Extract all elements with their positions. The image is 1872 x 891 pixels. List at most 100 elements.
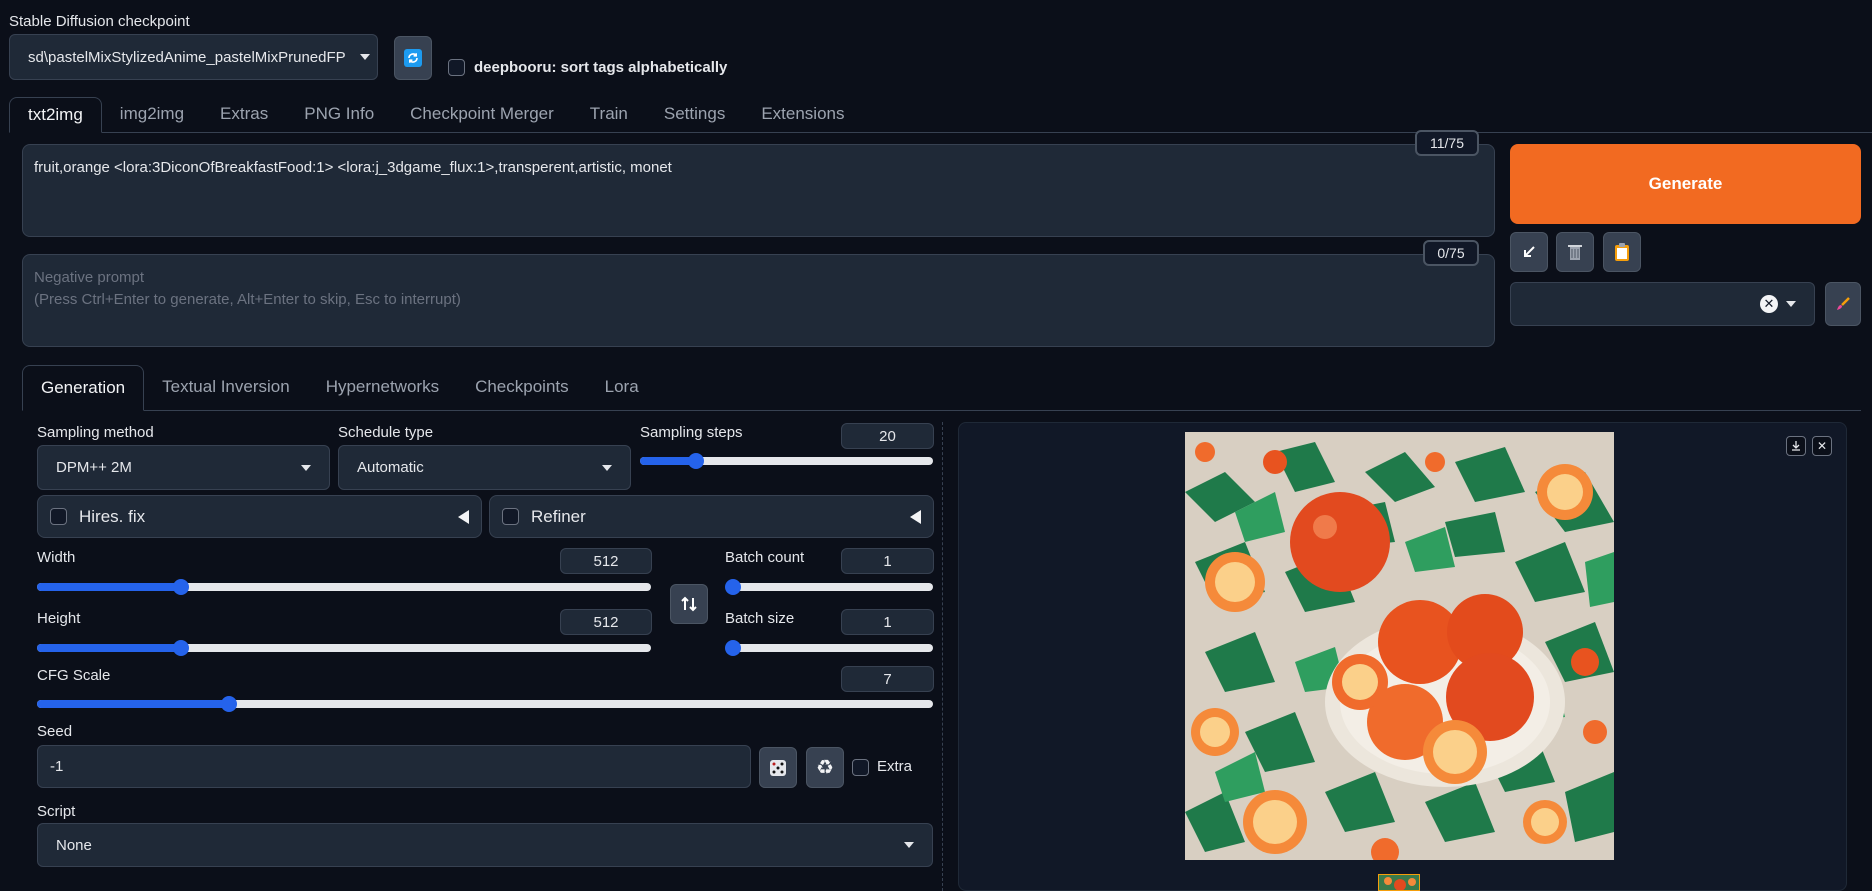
tab-png-info[interactable]: PNG Info (286, 96, 392, 132)
refiner-checkbox[interactable] (502, 508, 519, 525)
prompt-token-counter: 11/75 (1415, 130, 1479, 156)
height-label: Height (37, 610, 81, 627)
dice-icon (770, 759, 786, 776)
slider-thumb[interactable] (725, 579, 741, 595)
script-label: Script (37, 803, 76, 820)
slider-thumb[interactable] (687, 453, 704, 469)
deepbooru-checkbox[interactable] (448, 59, 465, 76)
read-params-button[interactable] (1510, 232, 1548, 272)
generation-tabs: Generation Textual Inversion Hypernetwor… (22, 364, 1861, 411)
checkpoint-dropdown[interactable]: sd\pastelMixStylizedAnime_pastelMixPrune… (9, 34, 378, 80)
collapse-arrow-icon (910, 509, 921, 524)
chevron-down-icon (301, 464, 311, 471)
slider-thumb[interactable] (220, 696, 237, 712)
swap-dimensions-button[interactable] (670, 584, 708, 624)
close-icon: ✕ (1816, 439, 1828, 453)
sampling-method-label: Sampling method (37, 424, 154, 441)
seed-label: Seed (37, 723, 73, 740)
sampling-method-dropdown[interactable]: DPM++ 2M (37, 445, 330, 490)
negative-prompt-token-counter: 0/75 (1423, 240, 1479, 266)
refiner-label: Refiner (531, 506, 586, 526)
extra-label: Extra (877, 758, 913, 775)
cfg-scale-slider[interactable] (37, 696, 933, 712)
generate-label: Generate (1648, 174, 1723, 193)
download-icon (1792, 441, 1800, 451)
arrow-bottom-left-icon (1524, 246, 1535, 257)
apply-styles-button[interactable] (1603, 232, 1641, 272)
tab-extensions[interactable]: Extensions (743, 96, 862, 132)
clipboard-icon (1615, 243, 1629, 261)
tab-train[interactable]: Train (572, 96, 646, 132)
cfg-scale-label: CFG Scale (37, 667, 111, 684)
prompt-input[interactable]: fruit,orange <lora:3DiconOfBreakfastFood… (22, 144, 1495, 237)
clear-icon[interactable]: ✕ (1760, 295, 1778, 313)
download-button[interactable] (1786, 436, 1806, 456)
width-slider[interactable] (37, 579, 651, 595)
batch-count-input[interactable]: 1 (841, 548, 934, 574)
reuse-seed-button[interactable]: ♻ (806, 747, 844, 788)
width-input[interactable]: 512 (560, 548, 652, 574)
main-tabs: txt2img img2img Extras PNG Info Checkpoi… (9, 96, 1872, 133)
sampling-steps-input[interactable]: 20 (841, 423, 934, 449)
tab-checkpoint-merger[interactable]: Checkpoint Merger (392, 96, 572, 132)
negative-prompt-input[interactable]: Negative prompt (Press Ctrl+Enter to gen… (22, 254, 1495, 347)
collapse-arrow-icon (458, 509, 469, 524)
generated-image[interactable] (1185, 432, 1614, 860)
generate-button[interactable]: Generate (1510, 144, 1861, 224)
generated-image-art (1185, 432, 1614, 860)
checkpoint-label: Stable Diffusion checkpoint (9, 13, 190, 30)
thumbnail-art (1379, 875, 1419, 890)
seed-input[interactable]: -1 (37, 745, 751, 788)
height-slider[interactable] (37, 640, 651, 656)
height-input[interactable]: 512 (560, 609, 652, 635)
refresh-checkpoint-button[interactable] (394, 36, 432, 80)
batch-count-label: Batch count (725, 549, 805, 566)
prompt-text: fruit,orange <lora:3DiconOfBreakfastFood… (34, 159, 672, 176)
script-dropdown[interactable]: None (37, 823, 933, 867)
batch-size-input[interactable]: 1 (841, 609, 934, 635)
schedule-type-value: Automatic (357, 459, 424, 476)
trash-icon (1568, 245, 1582, 260)
slider-thumb[interactable] (173, 579, 190, 595)
extra-checkbox[interactable] (852, 759, 869, 776)
hires-fix-accordion[interactable]: Hires. fix (37, 495, 482, 538)
slider-thumb[interactable] (725, 640, 741, 656)
hires-fix-label: Hires. fix (79, 506, 146, 526)
chevron-down-icon (1786, 301, 1796, 307)
tab-generation[interactable]: Generation (22, 365, 145, 411)
chevron-down-icon (904, 842, 914, 848)
batch-size-slider[interactable] (725, 640, 933, 656)
tab-hypernetworks[interactable]: Hypernetworks (308, 364, 457, 410)
tab-lora[interactable]: Lora (587, 364, 657, 410)
image-thumbnail[interactable] (1378, 874, 1420, 891)
width-label: Width (37, 549, 76, 566)
sampling-steps-label: Sampling steps (640, 424, 743, 441)
tab-checkpoints[interactable]: Checkpoints (457, 364, 587, 410)
random-seed-button[interactable] (759, 747, 797, 788)
deepbooru-label: deepbooru: sort tags alphabetically (474, 59, 728, 76)
negative-prompt-hint: (Press Ctrl+Enter to generate, Alt+Enter… (34, 291, 461, 308)
tab-txt2img[interactable]: txt2img (9, 97, 102, 133)
slider-thumb[interactable] (173, 640, 190, 656)
tab-extras[interactable]: Extras (202, 96, 286, 132)
batch-size-label: Batch size (725, 610, 795, 627)
column-divider (942, 422, 943, 891)
chevron-down-icon (359, 54, 370, 60)
edit-styles-button[interactable] (1825, 282, 1861, 326)
tab-settings[interactable]: Settings (646, 96, 743, 132)
paintbrush-icon (1837, 297, 1850, 310)
clear-prompt-button[interactable] (1556, 232, 1594, 272)
sampling-steps-slider[interactable] (640, 453, 933, 469)
hires-fix-checkbox[interactable] (50, 508, 67, 525)
tab-img2img[interactable]: img2img (102, 96, 202, 132)
schedule-type-dropdown[interactable]: Automatic (338, 445, 631, 490)
batch-count-slider[interactable] (725, 579, 933, 595)
refiner-accordion[interactable]: Refiner (489, 495, 934, 538)
styles-dropdown[interactable]: ✕ (1510, 282, 1815, 326)
cfg-scale-input[interactable]: 7 (841, 666, 934, 692)
seed-value: -1 (50, 758, 64, 775)
tab-textual-inversion[interactable]: Textual Inversion (144, 364, 308, 410)
chevron-down-icon (602, 464, 612, 471)
checkpoint-value: sd\pastelMixStylizedAnime_pastelMixPrune… (28, 48, 346, 66)
close-preview-button[interactable]: ✕ (1812, 436, 1832, 456)
